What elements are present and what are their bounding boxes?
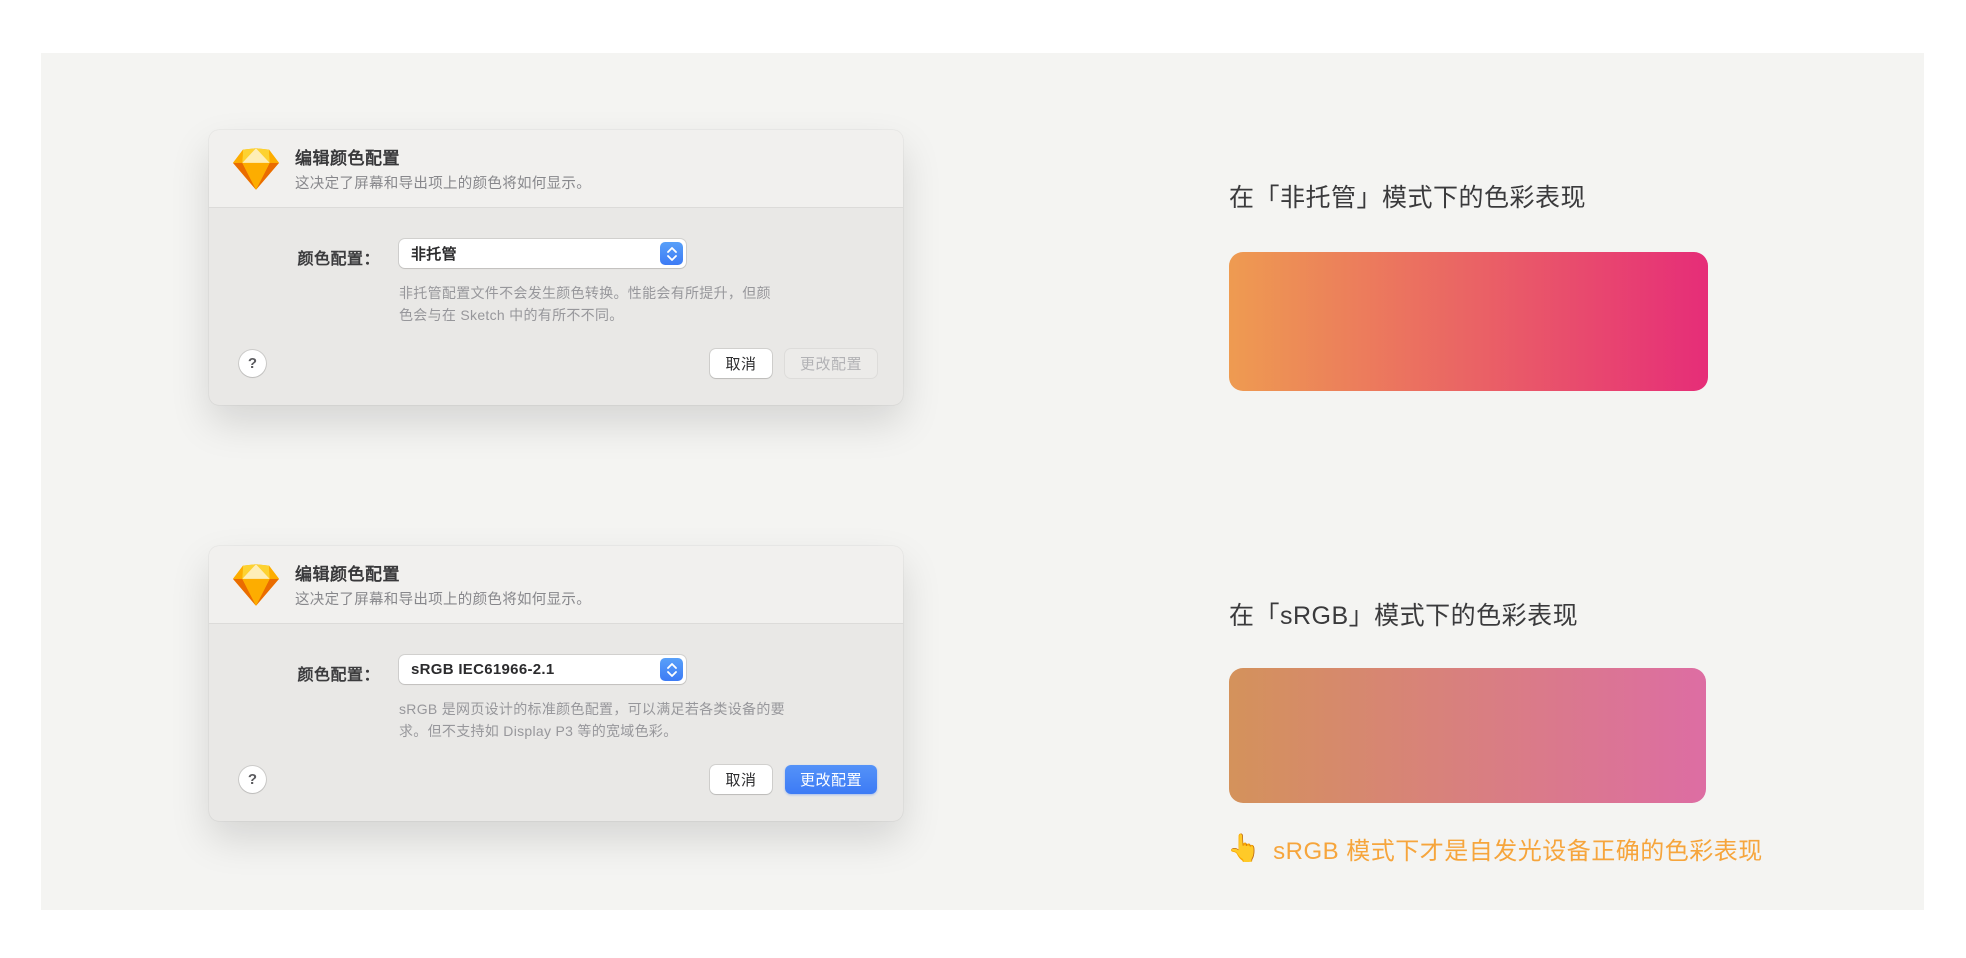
dialog-title: 编辑颜色配置: [295, 560, 591, 585]
color-profile-label: 颜色配置：: [209, 245, 380, 269]
dropdown-stepper-icon[interactable]: [660, 242, 683, 265]
color-profile-dropdown[interactable]: sRGB IEC61966-2.1: [399, 655, 686, 684]
dialog-header: 编辑颜色配置 这决定了屏幕和导出项上的颜色将如何显示。: [209, 130, 903, 208]
pointing-up-icon: 👆: [1227, 835, 1261, 862]
edit-color-profile-dialog-unmanaged: 编辑颜色配置 这决定了屏幕和导出项上的颜色将如何显示。 颜色配置： 非托管 非托…: [209, 130, 903, 405]
profile-description: sRGB 是网页设计的标准颜色配置，可以满足若各类设备的要 求。但不支持如 Di…: [399, 698, 799, 742]
help-button[interactable]: ?: [239, 766, 266, 793]
dialog-title-block: 编辑颜色配置 这决定了屏幕和导出项上的颜色将如何显示。: [295, 560, 591, 609]
dropdown-stepper-icon[interactable]: [660, 658, 683, 681]
color-profile-dropdown[interactable]: 非托管: [399, 239, 686, 268]
unmanaged-mode-label: 在「非托管」模式下的色彩表现: [1229, 178, 1586, 214]
dialog-button-row: 取消 更改配置: [710, 765, 877, 794]
dialog-button-row: 取消 更改配置: [710, 349, 877, 378]
dialog-title-block: 编辑颜色配置 这决定了屏幕和导出项上的颜色将如何显示。: [295, 144, 591, 193]
chevron-down-icon: [667, 671, 677, 677]
srgb-note: 👆 sRGB 模式下才是自发光设备正确的色彩表现: [1227, 831, 1763, 866]
chevron-up-icon: [667, 247, 677, 253]
note-text: sRGB 模式下才是自发光设备正确的色彩表现: [1273, 831, 1763, 866]
dialog-body: 颜色配置： 非托管 非托管配置文件不会发生颜色转换。性能会有所提升，但颜 色会与…: [209, 208, 903, 404]
srgb-gradient-swatch: [1229, 668, 1706, 803]
dropdown-value: 非托管: [411, 243, 457, 264]
dialog-title: 编辑颜色配置: [295, 144, 591, 169]
cancel-button[interactable]: 取消: [710, 349, 772, 378]
description-line: 非托管配置文件不会发生颜色转换。性能会有所提升，但颜: [399, 282, 799, 304]
cancel-button[interactable]: 取消: [710, 765, 772, 794]
description-line: 色会与在 Sketch 中的有所不不同。: [399, 304, 799, 326]
dialog-body: 颜色配置： sRGB IEC61966-2.1 sRGB 是网页设计的标准颜色配…: [209, 624, 903, 820]
unmanaged-gradient-swatch: [1229, 252, 1708, 391]
sketch-diamond-icon: [233, 564, 279, 606]
color-profile-label: 颜色配置：: [209, 661, 380, 685]
change-profile-button[interactable]: 更改配置: [785, 765, 877, 794]
profile-description: 非托管配置文件不会发生颜色转换。性能会有所提升，但颜 色会与在 Sketch 中…: [399, 282, 799, 326]
dropdown-value: sRGB IEC61966-2.1: [411, 661, 555, 678]
description-line: sRGB 是网页设计的标准颜色配置，可以满足若各类设备的要: [399, 698, 799, 720]
chevron-down-icon: [667, 255, 677, 261]
help-button[interactable]: ?: [239, 350, 266, 377]
chevron-up-icon: [667, 663, 677, 669]
description-line: 求。但不支持如 Display P3 等的宽域色彩。: [399, 720, 799, 742]
srgb-mode-label: 在「sRGB」模式下的色彩表现: [1229, 596, 1578, 632]
dialog-header: 编辑颜色配置 这决定了屏幕和导出项上的颜色将如何显示。: [209, 546, 903, 624]
dialog-subtitle: 这决定了屏幕和导出项上的颜色将如何显示。: [295, 172, 591, 193]
dialog-subtitle: 这决定了屏幕和导出项上的颜色将如何显示。: [295, 588, 591, 609]
sketch-diamond-icon: [233, 148, 279, 190]
edit-color-profile-dialog-srgb: 编辑颜色配置 这决定了屏幕和导出项上的颜色将如何显示。 颜色配置： sRGB I…: [209, 546, 903, 821]
change-profile-button[interactable]: 更改配置: [785, 349, 877, 378]
content-panel: 编辑颜色配置 这决定了屏幕和导出项上的颜色将如何显示。 颜色配置： 非托管 非托…: [41, 53, 1924, 910]
